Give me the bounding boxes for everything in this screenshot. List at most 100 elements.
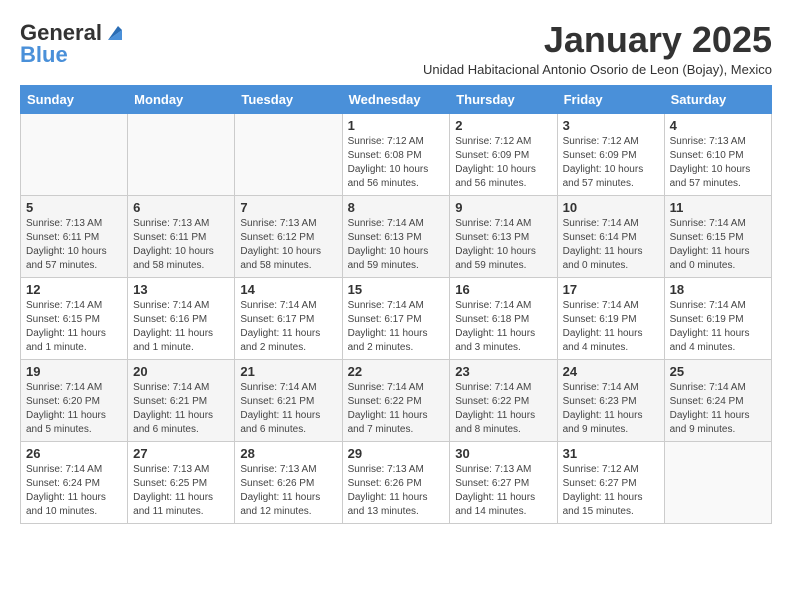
calendar-cell: 21 Sunrise: 7:14 AM Sunset: 6:21 PM Dayli…: [235, 359, 342, 441]
day-header-sunday: Sunday: [21, 85, 128, 113]
day-number: 31: [563, 446, 659, 461]
calendar-cell: 5 Sunrise: 7:13 AM Sunset: 6:11 PM Daylig…: [21, 195, 128, 277]
logo: General Blue: [20, 20, 126, 68]
day-info: Sunrise: 7:14 AM Sunset: 6:24 PM Dayligh…: [26, 463, 122, 519]
calendar-cell: 31 Sunrise: 7:12 AM Sunset: 6:27 PM Dayli…: [557, 441, 664, 523]
day-info: Sunrise: 7:14 AM Sunset: 6:15 PM Dayligh…: [26, 299, 122, 355]
day-number: 27: [133, 446, 229, 461]
calendar-cell: 11Sunrise: 7:14 AM Sunset: 6:15 PM Dayli…: [664, 195, 771, 277]
day-number: 13: [133, 282, 229, 297]
calendar-cell: 8 Sunrise: 7:14 AM Sunset: 6:13 PM Daylig…: [342, 195, 450, 277]
day-info: Sunrise: 7:14 AM Sunset: 6:23 PM Dayligh…: [563, 381, 659, 437]
day-info: Sunrise: 7:12 AM Sunset: 6:09 PM Dayligh…: [563, 135, 659, 191]
day-info: Sunrise: 7:13 AM Sunset: 6:12 PM Dayligh…: [240, 217, 336, 273]
calendar-week-5: 26 Sunrise: 7:14 AM Sunset: 6:24 PM Dayli…: [21, 441, 772, 523]
day-header-thursday: Thursday: [450, 85, 557, 113]
calendar-cell: 27 Sunrise: 7:13 AM Sunset: 6:25 PM Dayli…: [128, 441, 235, 523]
day-header-tuesday: Tuesday: [235, 85, 342, 113]
calendar-cell: 17Sunrise: 7:14 AM Sunset: 6:19 PM Dayli…: [557, 277, 664, 359]
day-info: Sunrise: 7:14 AM Sunset: 6:22 PM Dayligh…: [348, 381, 445, 437]
day-info: Sunrise: 7:14 AM Sunset: 6:14 PM Dayligh…: [563, 217, 659, 273]
day-info: Sunrise: 7:14 AM Sunset: 6:13 PM Dayligh…: [348, 217, 445, 273]
calendar-cell: [235, 113, 342, 195]
day-info: Sunrise: 7:14 AM Sunset: 6:20 PM Dayligh…: [26, 381, 122, 437]
day-info: Sunrise: 7:14 AM Sunset: 6:15 PM Dayligh…: [670, 217, 766, 273]
calendar-cell: 6Sunrise: 7:13 AM Sunset: 6:11 PM Daylig…: [128, 195, 235, 277]
calendar-cell: 14Sunrise: 7:14 AM Sunset: 6:17 PM Dayli…: [235, 277, 342, 359]
calendar-cell: 15Sunrise: 7:14 AM Sunset: 6:17 PM Dayli…: [342, 277, 450, 359]
day-number: 22: [348, 364, 445, 379]
calendar-cell: 16 Sunrise: 7:14 AM Sunset: 6:18 PM Dayli…: [450, 277, 557, 359]
calendar-cell: 29 Sunrise: 7:13 AM Sunset: 6:26 PM Dayli…: [342, 441, 450, 523]
day-info: Sunrise: 7:13 AM Sunset: 6:25 PM Dayligh…: [133, 463, 229, 519]
day-number: 28: [240, 446, 336, 461]
calendar-cell: 3Sunrise: 7:12 AM Sunset: 6:09 PM Daylig…: [557, 113, 664, 195]
day-info: Sunrise: 7:14 AM Sunset: 6:19 PM Dayligh…: [563, 299, 659, 355]
day-header-wednesday: Wednesday: [342, 85, 450, 113]
day-info: Sunrise: 7:14 AM Sunset: 6:17 PM Dayligh…: [348, 299, 445, 355]
day-number: 24: [563, 364, 659, 379]
day-number: 4: [670, 118, 766, 133]
calendar-cell: 22 Sunrise: 7:14 AM Sunset: 6:22 PM Dayli…: [342, 359, 450, 441]
day-info: Sunrise: 7:14 AM Sunset: 6:21 PM Dayligh…: [133, 381, 229, 437]
day-number: 19: [26, 364, 122, 379]
day-info: Sunrise: 7:13 AM Sunset: 6:26 PM Dayligh…: [348, 463, 445, 519]
calendar-cell: 23 Sunrise: 7:14 AM Sunset: 6:22 PM Dayli…: [450, 359, 557, 441]
calendar-cell: 30 Sunrise: 7:13 AM Sunset: 6:27 PM Dayli…: [450, 441, 557, 523]
calendar-cell: 12Sunrise: 7:14 AM Sunset: 6:15 PM Dayli…: [21, 277, 128, 359]
day-number: 8: [348, 200, 445, 215]
day-info: Sunrise: 7:13 AM Sunset: 6:11 PM Dayligh…: [133, 217, 229, 273]
day-info: Sunrise: 7:14 AM Sunset: 6:22 PM Dayligh…: [455, 381, 551, 437]
day-info: Sunrise: 7:12 AM Sunset: 6:27 PM Dayligh…: [563, 463, 659, 519]
calendar-cell: 26 Sunrise: 7:14 AM Sunset: 6:24 PM Dayli…: [21, 441, 128, 523]
calendar-week-1: 1 Sunrise: 7:12 AM Sunset: 6:08 PM Daylig…: [21, 113, 772, 195]
day-number: 29: [348, 446, 445, 461]
calendar-cell: 25Sunrise: 7:14 AM Sunset: 6:24 PM Dayli…: [664, 359, 771, 441]
day-number: 9: [455, 200, 551, 215]
calendar-cell: 1 Sunrise: 7:12 AM Sunset: 6:08 PM Daylig…: [342, 113, 450, 195]
calendar-week-4: 19 Sunrise: 7:14 AM Sunset: 6:20 PM Dayli…: [21, 359, 772, 441]
day-info: Sunrise: 7:14 AM Sunset: 6:18 PM Dayligh…: [455, 299, 551, 355]
day-number: 2: [455, 118, 551, 133]
month-title: January 2025: [423, 20, 772, 60]
day-number: 16: [455, 282, 551, 297]
logo-icon: [104, 22, 126, 44]
calendar-cell: [664, 441, 771, 523]
calendar-cell: 2Sunrise: 7:12 AM Sunset: 6:09 PM Daylig…: [450, 113, 557, 195]
calendar-cell: 10Sunrise: 7:14 AM Sunset: 6:14 PM Dayli…: [557, 195, 664, 277]
calendar-cell: 13 Sunrise: 7:14 AM Sunset: 6:16 PM Dayli…: [128, 277, 235, 359]
day-header-monday: Monday: [128, 85, 235, 113]
calendar-cell: 4Sunrise: 7:13 AM Sunset: 6:10 PM Daylig…: [664, 113, 771, 195]
day-number: 5: [26, 200, 122, 215]
day-number: 18: [670, 282, 766, 297]
day-number: 23: [455, 364, 551, 379]
calendar-header-row: SundayMondayTuesdayWednesdayThursdayFrid…: [21, 85, 772, 113]
subtitle: Unidad Habitacional Antonio Osorio de Le…: [423, 62, 772, 77]
calendar-cell: [128, 113, 235, 195]
day-header-saturday: Saturday: [664, 85, 771, 113]
day-info: Sunrise: 7:14 AM Sunset: 6:19 PM Dayligh…: [670, 299, 766, 355]
calendar-cell: 24 Sunrise: 7:14 AM Sunset: 6:23 PM Dayli…: [557, 359, 664, 441]
page-header: General Blue January 2025 Unidad Habitac…: [20, 20, 772, 77]
day-number: 7: [240, 200, 336, 215]
day-info: Sunrise: 7:13 AM Sunset: 6:27 PM Dayligh…: [455, 463, 551, 519]
day-info: Sunrise: 7:12 AM Sunset: 6:08 PM Dayligh…: [348, 135, 445, 191]
calendar-cell: 9Sunrise: 7:14 AM Sunset: 6:13 PM Daylig…: [450, 195, 557, 277]
calendar-cell: 7 Sunrise: 7:13 AM Sunset: 6:12 PM Daylig…: [235, 195, 342, 277]
day-number: 21: [240, 364, 336, 379]
day-number: 20: [133, 364, 229, 379]
day-info: Sunrise: 7:14 AM Sunset: 6:16 PM Dayligh…: [133, 299, 229, 355]
calendar-week-3: 12Sunrise: 7:14 AM Sunset: 6:15 PM Dayli…: [21, 277, 772, 359]
day-number: 26: [26, 446, 122, 461]
calendar-cell: 20 Sunrise: 7:14 AM Sunset: 6:21 PM Dayli…: [128, 359, 235, 441]
logo-blue: Blue: [20, 42, 126, 68]
calendar-cell: 19 Sunrise: 7:14 AM Sunset: 6:20 PM Dayli…: [21, 359, 128, 441]
day-number: 30: [455, 446, 551, 461]
day-number: 1: [348, 118, 445, 133]
day-info: Sunrise: 7:13 AM Sunset: 6:26 PM Dayligh…: [240, 463, 336, 519]
day-info: Sunrise: 7:13 AM Sunset: 6:11 PM Dayligh…: [26, 217, 122, 273]
day-header-friday: Friday: [557, 85, 664, 113]
calendar-cell: [21, 113, 128, 195]
day-info: Sunrise: 7:14 AM Sunset: 6:21 PM Dayligh…: [240, 381, 336, 437]
title-block: January 2025 Unidad Habitacional Antonio…: [423, 20, 772, 77]
